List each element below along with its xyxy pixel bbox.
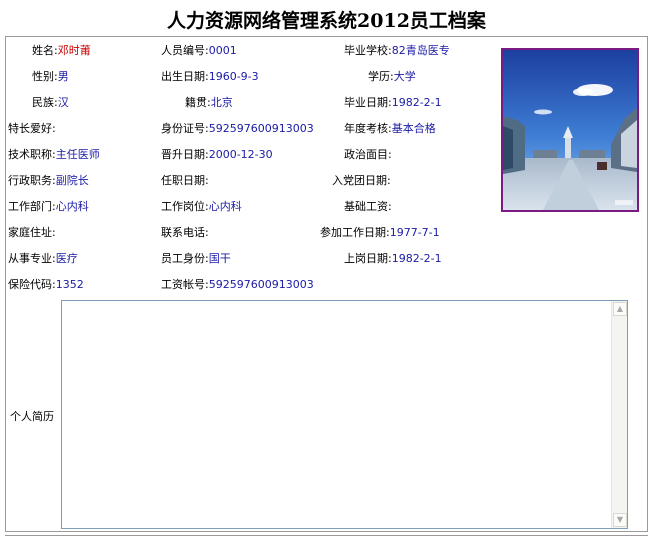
scroll-down-icon[interactable]: ▼ <box>613 513 627 527</box>
tech-title-value: 主任医师 <box>55 148 100 161</box>
work-start-value: 1977-7-1 <box>389 226 440 239</box>
field-onboard-date: 上岗日期:1982-2-1 <box>344 252 442 266</box>
id-number-value: 592597600913003 <box>208 122 314 135</box>
resume-label: 个人简历 <box>10 410 54 423</box>
field-political: 政治面目: <box>344 148 392 162</box>
annual-eval-label: 年度考核: <box>344 122 392 135</box>
emp-no-label: 人员编号: <box>161 44 209 57</box>
native-place-label: 籍贯: <box>185 96 211 109</box>
field-education: 学历:大学 <box>368 70 416 84</box>
id-number-label: 身份证号: <box>161 122 209 135</box>
insurance-label: 保险代码: <box>8 278 56 291</box>
department-value: 心内科 <box>55 200 89 213</box>
scroll-up-icon[interactable]: ▲ <box>613 302 627 316</box>
address-label: 家庭住址: <box>8 226 56 239</box>
name-label: 姓名: <box>32 44 58 57</box>
field-id-number: 身份证号:592597600913003 <box>161 122 314 136</box>
field-appoint-date: 任职日期: <box>161 174 209 188</box>
onboard-date-value: 1982-2-1 <box>391 252 442 265</box>
appoint-date-label: 任职日期: <box>161 174 209 187</box>
field-grad-date: 毕业日期:1982-2-1 <box>344 96 442 110</box>
annual-eval-value: 基本合格 <box>391 122 436 135</box>
field-gender: 性别:男 <box>32 70 69 84</box>
ethnicity-value: 汉 <box>57 96 69 109</box>
field-insurance: 保险代码:1352 <box>8 278 84 292</box>
field-salary-acct: 工资帐号:592597600913003 <box>161 278 314 292</box>
insurance-value: 1352 <box>55 278 84 291</box>
field-position: 工作岗位:心内科 <box>161 200 242 214</box>
field-native-place: 籍贯:北京 <box>185 96 233 110</box>
field-base-salary: 基础工资: <box>344 200 392 214</box>
photo-image <box>503 50 637 210</box>
field-birth-date: 出生日期:1960-9-3 <box>161 70 259 84</box>
tech-title-label: 技术职称: <box>8 148 56 161</box>
political-label: 政治面目: <box>344 148 392 161</box>
field-admin-post: 行政职务:副院长 <box>8 174 89 188</box>
name-value: 邓时莆 <box>57 44 91 57</box>
emp-status-value: 国干 <box>208 252 231 265</box>
gender-value: 男 <box>57 70 69 83</box>
gender-label: 性别: <box>32 70 58 83</box>
field-ethnicity: 民族:汉 <box>32 96 69 110</box>
emp-status-label: 员工身份: <box>161 252 209 265</box>
promo-date-label: 晋升日期: <box>161 148 209 161</box>
work-start-label: 参加工作日期: <box>320 226 390 239</box>
education-label: 学历: <box>368 70 394 83</box>
phone-label: 联系电话: <box>161 226 209 239</box>
admin-post-value: 副院长 <box>55 174 89 187</box>
education-value: 大学 <box>393 70 416 83</box>
specialty-label: 特长爱好: <box>8 122 56 135</box>
school-value: 82青岛医专 <box>391 44 450 57</box>
profession-label: 从事专业: <box>8 252 56 265</box>
field-promo-date: 晋升日期:2000-12-30 <box>161 148 273 162</box>
field-school: 毕业学校:82青岛医专 <box>344 44 450 58</box>
resume-scrollbar[interactable]: ▲ ▼ <box>611 301 627 528</box>
school-label: 毕业学校: <box>344 44 392 57</box>
position-label: 工作岗位: <box>161 200 209 213</box>
onboard-date-label: 上岗日期: <box>344 252 392 265</box>
employee-photo <box>501 48 639 212</box>
party-date-label: 入党团日期: <box>332 174 391 187</box>
resume-textarea[interactable]: ▲ ▼ <box>61 300 628 529</box>
native-place-value: 北京 <box>210 96 233 109</box>
field-emp-status: 员工身份:国干 <box>161 252 231 266</box>
field-name: 姓名:邓时莆 <box>32 44 91 58</box>
salary-acct-value: 592597600913003 <box>208 278 314 291</box>
salary-acct-label: 工资帐号: <box>161 278 209 291</box>
ethnicity-label: 民族: <box>32 96 58 109</box>
base-salary-label: 基础工资: <box>344 200 392 213</box>
field-specialty: 特长爱好: <box>8 122 56 136</box>
emp-no-value: 0001 <box>208 44 237 57</box>
grad-date-label: 毕业日期: <box>344 96 392 109</box>
field-work-start: 参加工作日期:1977-7-1 <box>320 226 440 240</box>
field-department: 工作部门:心内科 <box>8 200 89 214</box>
birth-date-value: 1960-9-3 <box>208 70 259 83</box>
bottom-divider <box>5 535 648 536</box>
department-label: 工作部门: <box>8 200 56 213</box>
field-tech-title: 技术职称:主任医师 <box>8 148 100 162</box>
field-party-date: 入党团日期: <box>332 174 391 188</box>
profession-value: 医疗 <box>55 252 78 265</box>
field-profession: 从事专业:医疗 <box>8 252 78 266</box>
birth-date-label: 出生日期: <box>161 70 209 83</box>
page-title: 人力资源网络管理系统2012员工档案 <box>167 10 486 32</box>
field-annual-eval: 年度考核:基本合格 <box>344 122 436 136</box>
field-emp-no: 人员编号:0001 <box>161 44 237 58</box>
field-phone: 联系电话: <box>161 226 209 240</box>
promo-date-value: 2000-12-30 <box>208 148 273 161</box>
field-address: 家庭住址: <box>8 226 56 240</box>
admin-post-label: 行政职务: <box>8 174 56 187</box>
grad-date-value: 1982-2-1 <box>391 96 442 109</box>
position-value: 心内科 <box>208 200 242 213</box>
